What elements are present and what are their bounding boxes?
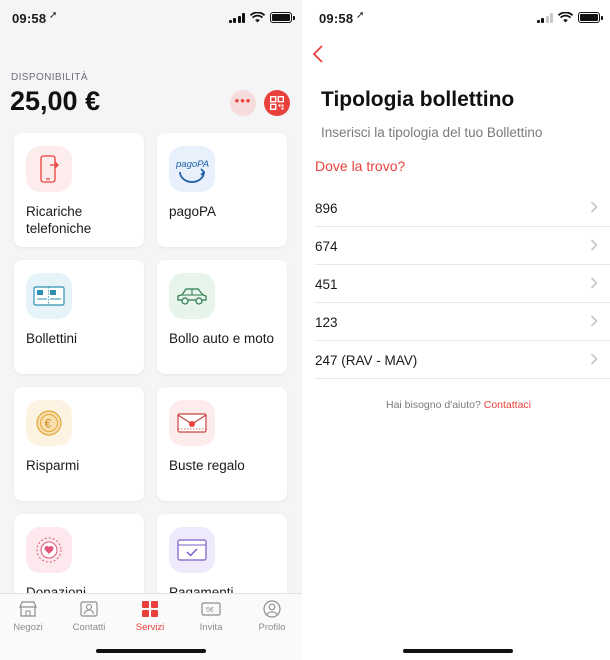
service-card-bollettini[interactable]: Bollettini [14,260,144,374]
list-item[interactable]: 123 [315,303,610,341]
list-item[interactable]: 896 [315,189,610,227]
chevron-right-icon [590,315,598,327]
chevron-right-icon [590,353,598,365]
service-label: Bollettini [26,331,78,346]
service-card-bollo-auto[interactable]: Bollo auto e moto [157,260,287,374]
chevron-right-icon [590,201,598,213]
service-card-pagamenti[interactable]: Pagamenti [157,514,287,593]
tab-label: Contatti [72,622,106,633]
services-grid-icon [140,600,160,618]
bollettino-type-screen: 09:58 ➚ Tipologia bollettino Inserisci l… [307,0,610,660]
tab-label: Negozi [13,622,43,633]
service-label: Buste regalo [169,458,245,473]
service-label: Bollo auto e moto [169,331,275,346]
status-time: 09:58 [12,11,47,26]
payment-check-icon [169,527,215,573]
list-item-label: 896 [315,201,338,216]
list-item-label: 674 [315,239,338,254]
store-icon [18,600,38,618]
heart-icon [26,527,72,573]
list-item[interactable]: 674 [315,227,610,265]
back-button[interactable] [312,44,332,64]
bollettino-icon [26,273,72,319]
car-icon [169,273,215,319]
tab-profilo[interactable]: Profilo [242,600,302,633]
location-arrow-icon: ➚ [49,10,58,21]
svg-text:€: € [45,417,52,431]
home-indicator [403,649,513,653]
chevron-right-icon [590,239,598,251]
list-item[interactable]: 247 (RAV - MAV) [315,341,610,379]
more-options-button[interactable]: ••• [230,90,256,116]
invite-ticket-icon: 5€ [201,600,221,618]
tab-contatti[interactable]: Contatti [59,600,119,633]
tab-bar: Negozi Contatti Servizi 5€ Invita Profil… [0,593,302,660]
invite-badge-text: 5€ [206,607,214,614]
qr-code-button[interactable] [264,90,290,116]
service-card-pagopa[interactable]: pagoPA pagoPA [157,133,287,247]
pagopa-logo-icon: pagoPA [169,146,215,192]
services-screen: 09:58 ➚ DISPONIBILITÀ 25,00 € ••• Ricari… [0,0,302,660]
wifi-icon [250,12,265,23]
list-item[interactable]: 451 [315,265,610,303]
bollettino-type-list: 896 674 451 123 247 (RAV - MAV) [315,189,610,379]
pagopa-logo-text: pagoPA [175,159,209,170]
help-footer: Hai bisogno d'aiuto? Contattaci [307,399,610,411]
coin-euro-icon: € [26,400,72,446]
contacts-icon [79,600,99,618]
gift-envelope-icon [169,400,215,446]
status-bar: 09:58 ➚ [0,0,302,34]
service-card-donazioni[interactable]: Donazioni [14,514,144,593]
contact-link[interactable]: Contattaci [484,399,531,411]
service-label: Donazioni [26,585,87,593]
service-card-buste-regalo[interactable]: Buste regalo [157,387,287,501]
service-card-risparmi[interactable]: € Risparmi [14,387,144,501]
tab-label: Servizi [135,622,165,633]
service-label: pagoPA [169,204,217,219]
tab-label: Profilo [258,622,286,633]
status-bar: 09:58 ➚ [307,0,610,34]
services-grid: Ricariche telefoniche pagoPA pagoPA Boll… [0,133,302,593]
balance-amount: 25,00 € [10,86,101,116]
list-item-label: 451 [315,277,338,292]
wifi-icon [558,12,573,23]
ellipsis-icon: ••• [234,93,252,108]
page-title: Tipologia bollettino [321,88,515,111]
battery-icon [578,12,603,23]
home-indicator [96,649,206,653]
cellular-signal-icon [228,12,245,23]
tab-servizi[interactable]: Servizi [120,600,180,633]
service-label: Risparmi [26,458,80,473]
cellular-signal-icon [536,12,553,23]
service-card-ricariche[interactable]: Ricariche telefoniche [14,133,144,247]
list-item-label: 123 [315,315,338,330]
chevron-right-icon [590,277,598,289]
phone-recharge-icon [26,146,72,192]
list-item-label: 247 (RAV - MAV) [315,353,418,368]
where-to-find-link[interactable]: Dove la trovo? [315,158,405,174]
tab-negozi[interactable]: Negozi [0,600,58,633]
help-text: Hai bisogno d'aiuto? [385,399,481,411]
tab-invita[interactable]: 5€ Invita [181,600,241,633]
chevron-left-icon [312,45,323,63]
service-label: Ricariche telefoniche [26,204,92,236]
profile-icon [262,600,282,618]
location-arrow-icon: ➚ [356,10,365,21]
balance-label: DISPONIBILITÀ [11,72,88,83]
qr-code-icon [270,96,284,110]
battery-icon [270,12,295,23]
tab-label: Invita [199,622,223,633]
service-label: Pagamenti [169,585,234,593]
status-time: 09:58 [319,11,354,26]
page-subtitle: Inserisci la tipologia del tuo Bollettin… [321,125,543,140]
